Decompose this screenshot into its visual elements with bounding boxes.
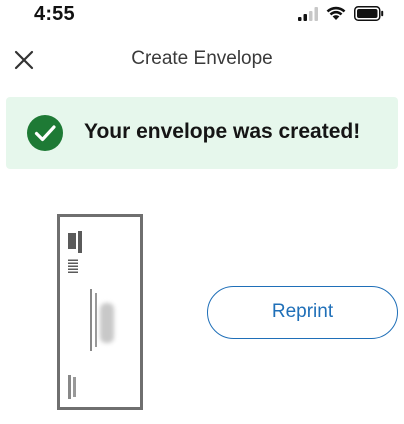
envelope-address-line: [90, 289, 92, 351]
battery-icon: [354, 6, 384, 21]
envelope-barcode: [68, 259, 78, 273]
envelope-recipient-blur: [100, 303, 114, 343]
success-banner: Your envelope was created!: [6, 97, 398, 169]
wifi-icon: [326, 6, 346, 20]
success-message: Your envelope was created!: [84, 120, 361, 143]
envelope-footer-text: [68, 375, 71, 399]
envelope-address-line: [95, 293, 97, 347]
status-time: 4:55: [34, 3, 75, 25]
page-title: Create Envelope: [131, 48, 273, 69]
envelope-return-address: [68, 233, 76, 249]
status-bar: 4:55: [0, 0, 404, 34]
envelope-preview: [57, 214, 143, 410]
envelope-return-address-line: [78, 231, 82, 253]
status-icons: [298, 6, 384, 21]
reprint-button[interactable]: Reprint: [207, 286, 398, 339]
signal-icon: [298, 6, 318, 21]
nav-bar: Create Envelope: [0, 36, 404, 86]
check-circle-icon: [27, 115, 63, 151]
envelope-footer-text: [73, 377, 76, 397]
